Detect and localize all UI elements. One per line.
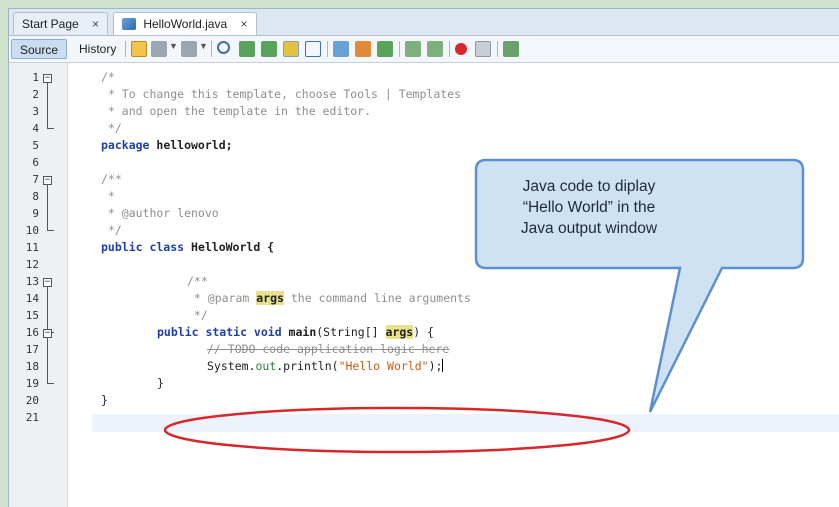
callout-text: Java code to diplay “Hello World” in the… xyxy=(474,176,704,239)
callout-line: Java code to diplay xyxy=(522,178,656,195)
callout-line: “Hello World” in the xyxy=(522,199,656,216)
annotation-overlay xyxy=(92,158,839,454)
callout-line: Java output window xyxy=(520,220,658,237)
